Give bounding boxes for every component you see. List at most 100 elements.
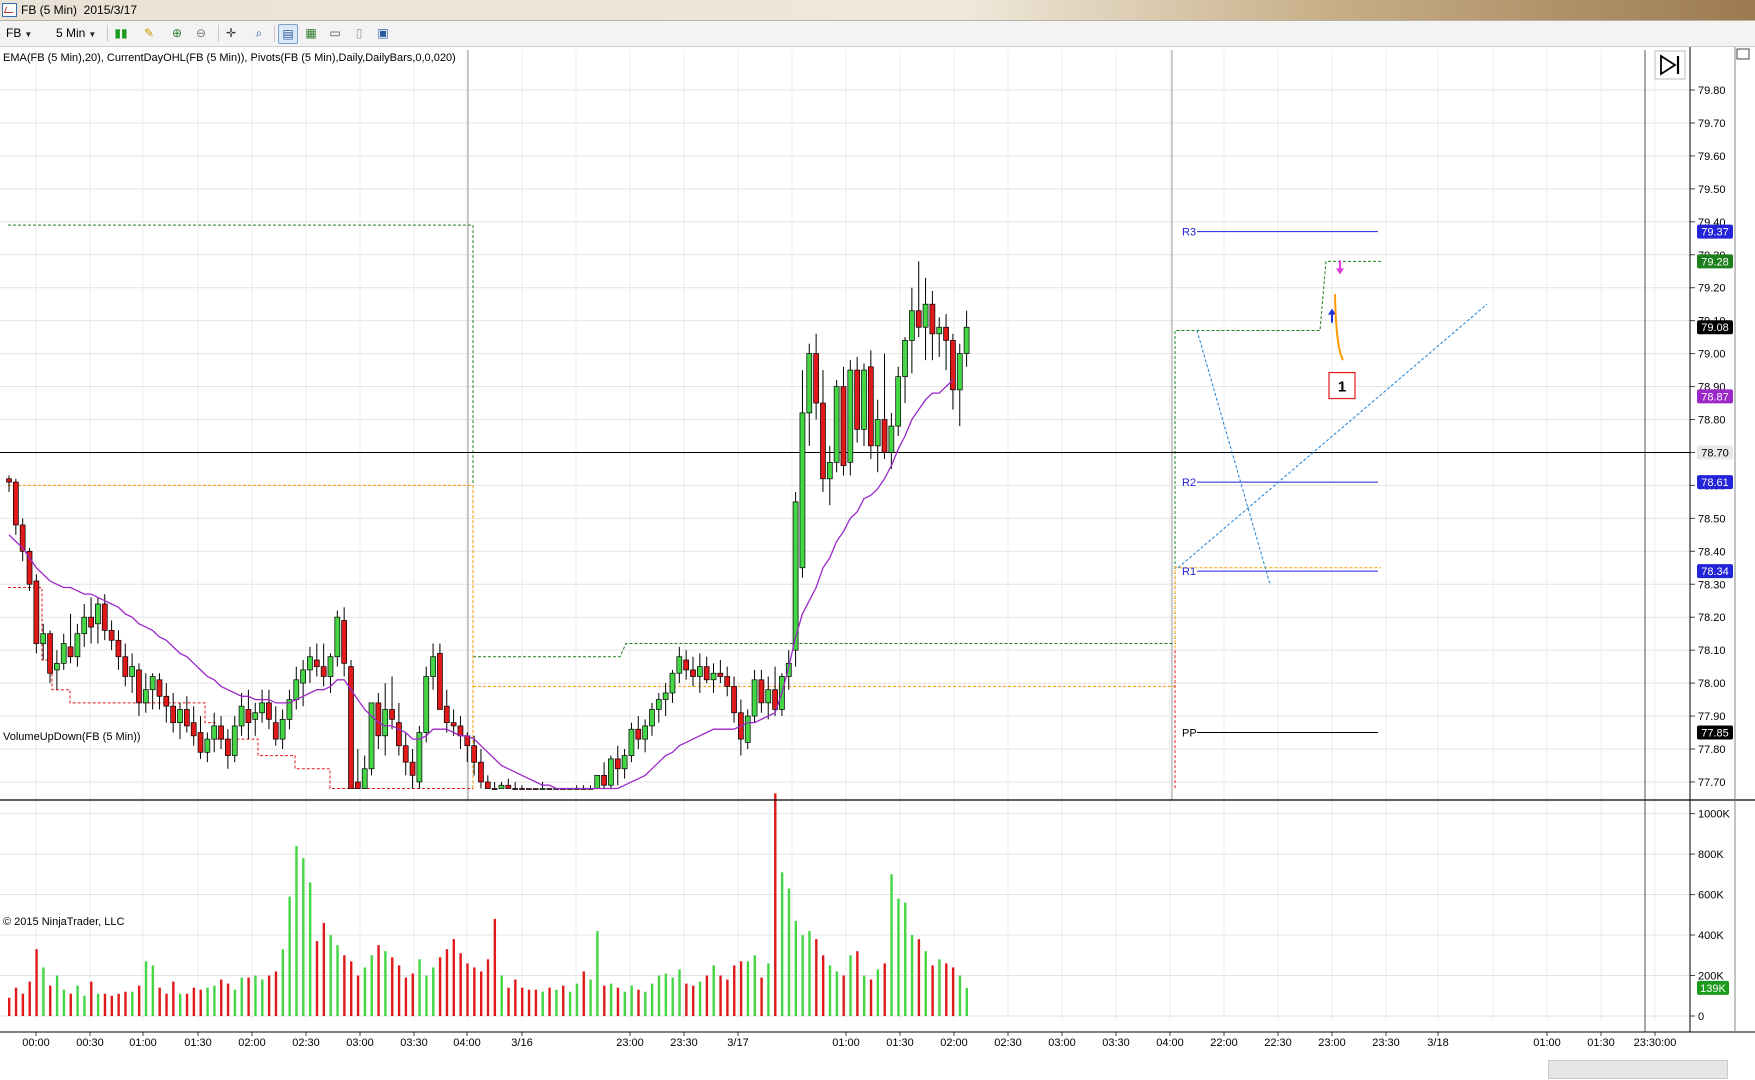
hline-value-badge-label: 78.70 <box>1701 447 1729 459</box>
price-tick-label: 78.40 <box>1698 546 1726 558</box>
volume-bar <box>288 896 291 1016</box>
data-box-icon[interactable]: ▯ <box>350 24 368 42</box>
candle-body <box>190 722 197 737</box>
volume-bar <box>575 983 579 1016</box>
volume-bar <box>835 971 839 1016</box>
volume-bar <box>876 969 880 1016</box>
candle-body <box>60 643 67 664</box>
volume-bar <box>179 993 182 1016</box>
zoom-in-icon[interactable]: ⊕ <box>168 24 186 42</box>
volume-bar <box>965 987 968 1016</box>
candle-body <box>608 758 614 786</box>
horizontal-scrollbar[interactable] <box>1548 1060 1728 1079</box>
candle-body <box>74 633 81 658</box>
candle-body <box>765 689 772 704</box>
volume-bar <box>951 967 955 1016</box>
copyright-text: © 2015 NinjaTrader, LLC <box>3 916 124 928</box>
candle-body <box>108 630 115 641</box>
candle-body <box>122 656 129 677</box>
candle-body <box>744 715 751 743</box>
candle-body <box>129 666 135 677</box>
candle-body <box>861 369 867 430</box>
volume-bar <box>568 991 572 1016</box>
pivot-label-pp: PP <box>1182 728 1197 740</box>
candle-body <box>854 369 861 430</box>
candle-body <box>478 761 484 783</box>
volume-bar <box>329 935 332 1016</box>
volume-bar <box>623 991 626 1016</box>
time-tick-label: 03:30 <box>400 1037 428 1049</box>
instrument-selector[interactable]: FB ▼ <box>6 24 32 42</box>
candle-body <box>888 425 895 453</box>
candle-body <box>628 728 635 756</box>
volume-bar <box>425 975 428 1016</box>
price-tick-label: 77.80 <box>1698 744 1726 756</box>
volume-bar <box>302 858 305 1016</box>
new-window-icon[interactable]: ▣ <box>374 24 392 42</box>
candle-body <box>81 616 88 635</box>
volume-bar <box>521 987 524 1016</box>
candle-body <box>895 376 902 427</box>
ema-value-badge-label: 78.87 <box>1701 391 1729 403</box>
candle-body <box>204 738 211 753</box>
candle-body <box>279 718 286 740</box>
price-tick-label: 78.50 <box>1698 513 1726 525</box>
volume-bar <box>589 979 592 1016</box>
draw-tool-icon[interactable]: ✎ <box>140 24 158 42</box>
candle-body <box>484 781 491 789</box>
volume-tick-label: 1000K <box>1698 809 1730 821</box>
chart-trader-toggle-button[interactable] <box>1654 50 1686 80</box>
price-tick-label: 78.30 <box>1698 579 1726 591</box>
volume-bar <box>192 987 196 1016</box>
time-tick-label: 01:00 <box>1533 1037 1561 1049</box>
sell-arrow-icon <box>1336 260 1344 275</box>
chart-area[interactable]: R3R2R1PP 79.8079.7079.6079.5079.4079.307… <box>0 47 1755 1080</box>
price-tick-label: 78.20 <box>1698 612 1726 624</box>
volume-bar <box>719 975 722 1016</box>
candle-body <box>149 676 156 691</box>
pivot-label-r1: R1 <box>1182 566 1196 578</box>
volume-bar <box>350 961 353 1016</box>
volume-bar <box>746 961 750 1016</box>
properties-icon[interactable]: ▤ <box>278 24 298 44</box>
candle-body <box>6 478 12 483</box>
candle-body <box>840 386 847 466</box>
chart-trader-icon[interactable]: ▭ <box>326 24 344 42</box>
volume-bar <box>644 991 647 1016</box>
volume-bar <box>958 975 962 1016</box>
candle-body <box>218 725 224 740</box>
candle-body <box>690 669 696 677</box>
volume-bar <box>856 951 859 1016</box>
time-tick-label: 01:00 <box>129 1037 157 1049</box>
volume-bar <box>117 993 120 1016</box>
volume-bar <box>507 987 510 1016</box>
volume-bar <box>452 939 455 1016</box>
volume-bar <box>945 963 948 1016</box>
search-icon[interactable]: ⌕ <box>250 24 268 42</box>
interval-selector[interactable]: 5 Min ▼ <box>56 24 96 42</box>
volume-bar <box>849 955 852 1016</box>
bars-type-icon[interactable]: ▮▮ <box>112 24 130 42</box>
candle-body <box>669 672 676 694</box>
candle-body <box>156 679 163 697</box>
volume-bar <box>562 985 565 1016</box>
candle-body <box>177 709 183 723</box>
volume-bar <box>137 985 141 1016</box>
toolbar-separator <box>107 25 108 42</box>
volume-bar <box>438 957 442 1016</box>
zoom-out-icon[interactable]: ⊖ <box>192 24 210 42</box>
candle-body <box>539 788 546 790</box>
tile-icon[interactable]: ▦ <box>302 24 320 42</box>
candle-body <box>525 788 532 790</box>
candle-body <box>717 672 724 677</box>
volume-indicator-label: VolumeUpDown(FB (5 Min)) <box>3 731 141 743</box>
crosshair-icon[interactable]: ✛ <box>222 24 240 42</box>
candle-body <box>211 725 218 740</box>
volume-tick-label: 800K <box>1698 849 1724 861</box>
candle-body <box>505 784 512 789</box>
volume-bar <box>486 959 490 1016</box>
volume-bar <box>432 967 435 1016</box>
candle-body <box>389 709 395 720</box>
volume-bar <box>582 971 585 1016</box>
volume-bar <box>924 951 927 1016</box>
